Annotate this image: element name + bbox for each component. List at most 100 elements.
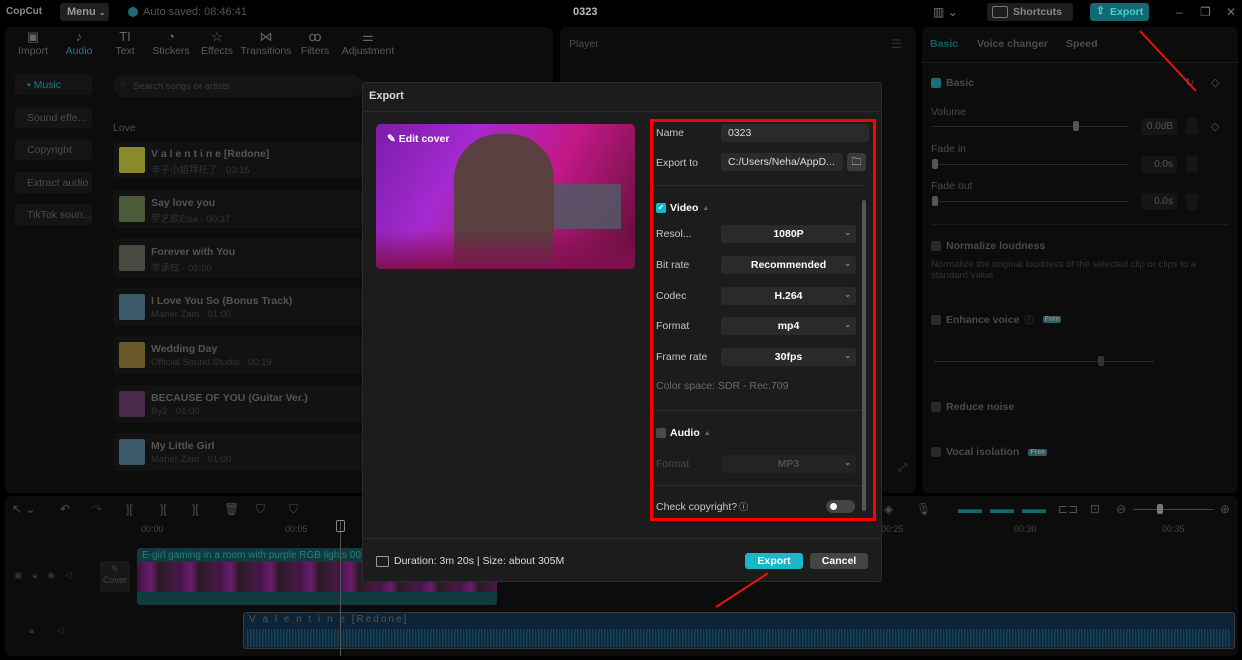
- checkbox-video[interactable]: ✓: [656, 203, 666, 213]
- list-item[interactable]: Say love you 罗艺歆Elsa · 00:37: [113, 190, 363, 228]
- enhance-voice-row[interactable]: Enhance voice ⓘ Free: [931, 313, 1062, 326]
- undo-icon[interactable]: ↶: [60, 502, 70, 516]
- zoom-slider-handle[interactable]: [1157, 504, 1163, 514]
- volume-input[interactable]: 0.0dB: [1141, 118, 1177, 135]
- normalize-loudness-row[interactable]: Normalize loudness: [931, 240, 1045, 252]
- settings-scrollbar[interactable]: [862, 200, 866, 511]
- split-icon[interactable]: ][: [126, 502, 133, 516]
- keyframe-icon[interactable]: ◇: [1211, 120, 1219, 133]
- folder-icon[interactable]: 🗀: [847, 153, 866, 171]
- list-item[interactable]: I Love You So (Bonus Track) Maher Zain · …: [113, 288, 363, 326]
- checkbox-basic[interactable]: [931, 78, 941, 88]
- basic-section[interactable]: Basic: [931, 77, 974, 89]
- reduce-noise-row[interactable]: Reduce noise: [931, 401, 1014, 413]
- tab-text[interactable]: TI Text: [102, 27, 148, 63]
- export-button[interactable]: Export: [745, 553, 803, 569]
- audio-section-header[interactable]: Audio ▲: [656, 427, 711, 439]
- checkbox-reduce-noise[interactable]: [931, 402, 941, 412]
- tab-import[interactable]: ▣ Import: [10, 27, 56, 63]
- tab-effects[interactable]: ☆ Effects: [194, 27, 240, 63]
- hamburger-icon[interactable]: ☰: [891, 37, 902, 51]
- menu-button[interactable]: Menu ⌄: [60, 3, 109, 21]
- redo-icon[interactable]: ↷: [92, 502, 102, 516]
- tab-filters[interactable]: ꝏ Filters: [292, 27, 338, 63]
- preview-icon[interactable]: ⊡: [1090, 502, 1100, 516]
- enhance-slider[interactable]: [934, 361, 1154, 362]
- checkbox-audio[interactable]: [656, 428, 666, 438]
- cover-preview-image[interactable]: [376, 124, 635, 269]
- keyframe-icon[interactable]: ◇: [1211, 76, 1219, 89]
- magnet-icon[interactable]: ▬▬: [990, 502, 1014, 516]
- volume-slider[interactable]: [932, 126, 1128, 127]
- select-tool-icon[interactable]: ↖ ⌄: [12, 502, 35, 516]
- bitrate-select[interactable]: Recommended ⌄: [721, 256, 856, 274]
- video-track-controls[interactable]: ▣🔒︎◉◁: [14, 570, 82, 581]
- export-path-input[interactable]: C:/Users/Neha/AppD...: [721, 153, 843, 171]
- sidebar-item-music[interactable]: • Music: [15, 74, 92, 95]
- checkbox-enhance-voice[interactable]: [931, 314, 941, 325]
- framerate-select[interactable]: 30fps ⌄: [721, 348, 856, 366]
- enhance-slider-handle[interactable]: [1098, 356, 1104, 366]
- sidebar-item-tiktok-sounds[interactable]: TikTok soun...: [15, 204, 92, 225]
- audio-track-controls[interactable]: ◌🔒︎ ◁: [14, 625, 74, 636]
- list-item[interactable]: My Little Girl Maher Zain · 01:00: [113, 433, 363, 471]
- codec-select[interactable]: H.264 ⌄: [721, 287, 856, 305]
- split-right-icon[interactable]: ][: [192, 502, 199, 516]
- auto-effect-icon[interactable]: ◈: [884, 502, 893, 516]
- delete-icon[interactable]: 🗑︎: [224, 502, 239, 516]
- zoom-slider[interactable]: [1133, 509, 1213, 510]
- shortcuts-button[interactable]: Shortcuts: [987, 3, 1073, 21]
- sidebar-item-extract-audio[interactable]: Extract audio: [15, 172, 92, 193]
- tab-stickers[interactable]: ◔ Stickers: [148, 27, 194, 63]
- layout-icon[interactable]: ▥ ⌄: [933, 5, 958, 19]
- zoom-out-icon[interactable]: ⊖: [1116, 502, 1126, 516]
- cover-button[interactable]: ✎ Cover: [100, 561, 130, 592]
- tab-speed[interactable]: Speed: [1066, 38, 1098, 50]
- tab-audio[interactable]: ♪ Audio: [56, 27, 102, 63]
- checkbox-normalize[interactable]: [931, 241, 941, 251]
- minimize-icon[interactable]: –: [1176, 5, 1183, 19]
- fade-in-slider-handle[interactable]: [932, 159, 938, 169]
- list-item[interactable]: Forever with You 李承铉 · 01:00: [113, 239, 363, 277]
- restore-icon[interactable]: ❐: [1200, 5, 1211, 19]
- playhead[interactable]: [340, 520, 341, 656]
- fade-out-slider[interactable]: [932, 201, 1128, 202]
- volume-stepper[interactable]: [1186, 118, 1198, 135]
- mark-icon[interactable]: ⛉: [256, 502, 265, 517]
- tab-basic[interactable]: Basic: [930, 38, 958, 50]
- close-icon[interactable]: ✕: [1226, 5, 1236, 19]
- vocal-isolation-row[interactable]: Vocal isolation Free: [931, 446, 1048, 458]
- list-item[interactable]: BECAUSE OF YOU (Guitar Ver.) By2 · 01:00: [113, 385, 363, 423]
- fade-in-stepper[interactable]: [1186, 156, 1198, 173]
- fullscreen-icon[interactable]: ⤢: [898, 462, 907, 475]
- check-copyright-toggle[interactable]: [826, 500, 855, 513]
- list-item[interactable]: V a l e n t i n e [Redone] 辛子小姐拜托了 · 03:1…: [113, 141, 363, 179]
- sidebar-item-sound-effects[interactable]: Sound effe...: [15, 107, 92, 128]
- tab-transitions[interactable]: ⋈ Transitions: [240, 27, 292, 63]
- tab-voice-changer[interactable]: Voice changer: [977, 38, 1048, 50]
- help-icon[interactable]: ⓘ: [739, 502, 748, 512]
- link-icon[interactable]: ▬▬: [1022, 502, 1046, 516]
- audio-clip[interactable]: V a l e n t i n e [Redone]: [243, 612, 1235, 649]
- fade-out-slider-handle[interactable]: [932, 196, 938, 206]
- fade-in-slider[interactable]: [932, 164, 1128, 165]
- list-item[interactable]: Wedding Day Official Sound Studio · 00:19: [113, 336, 363, 374]
- split-left-icon[interactable]: ][: [160, 502, 167, 516]
- link-main-track-icon[interactable]: ▬▬: [958, 502, 982, 516]
- video-section-header[interactable]: ✓ Video ▲: [656, 202, 709, 214]
- search-input[interactable]: ○ Search songs or artists: [113, 75, 363, 97]
- name-input[interactable]: 0323: [721, 124, 869, 142]
- fade-in-input[interactable]: 0.0s: [1141, 156, 1177, 173]
- top-export-button[interactable]: ⇪ Export: [1090, 3, 1149, 21]
- resolution-select[interactable]: 1080P ⌄: [721, 225, 856, 243]
- fade-out-stepper[interactable]: [1186, 193, 1198, 210]
- checkbox-vocal-isolation[interactable]: [931, 447, 941, 457]
- sidebar-item-copyright[interactable]: Copyright: [15, 139, 92, 160]
- fade-out-input[interactable]: 0.0s: [1141, 193, 1177, 210]
- format-select[interactable]: mp4 ⌄: [721, 317, 856, 335]
- tab-adjustment[interactable]: ⚌ Adjustment: [338, 27, 398, 63]
- microphone-icon[interactable]: 🎙︎: [916, 502, 931, 516]
- zoom-in-icon[interactable]: ⊕: [1220, 502, 1230, 516]
- split-align-icon[interactable]: ⊏⊐: [1058, 502, 1078, 516]
- cancel-button[interactable]: Cancel: [810, 553, 868, 569]
